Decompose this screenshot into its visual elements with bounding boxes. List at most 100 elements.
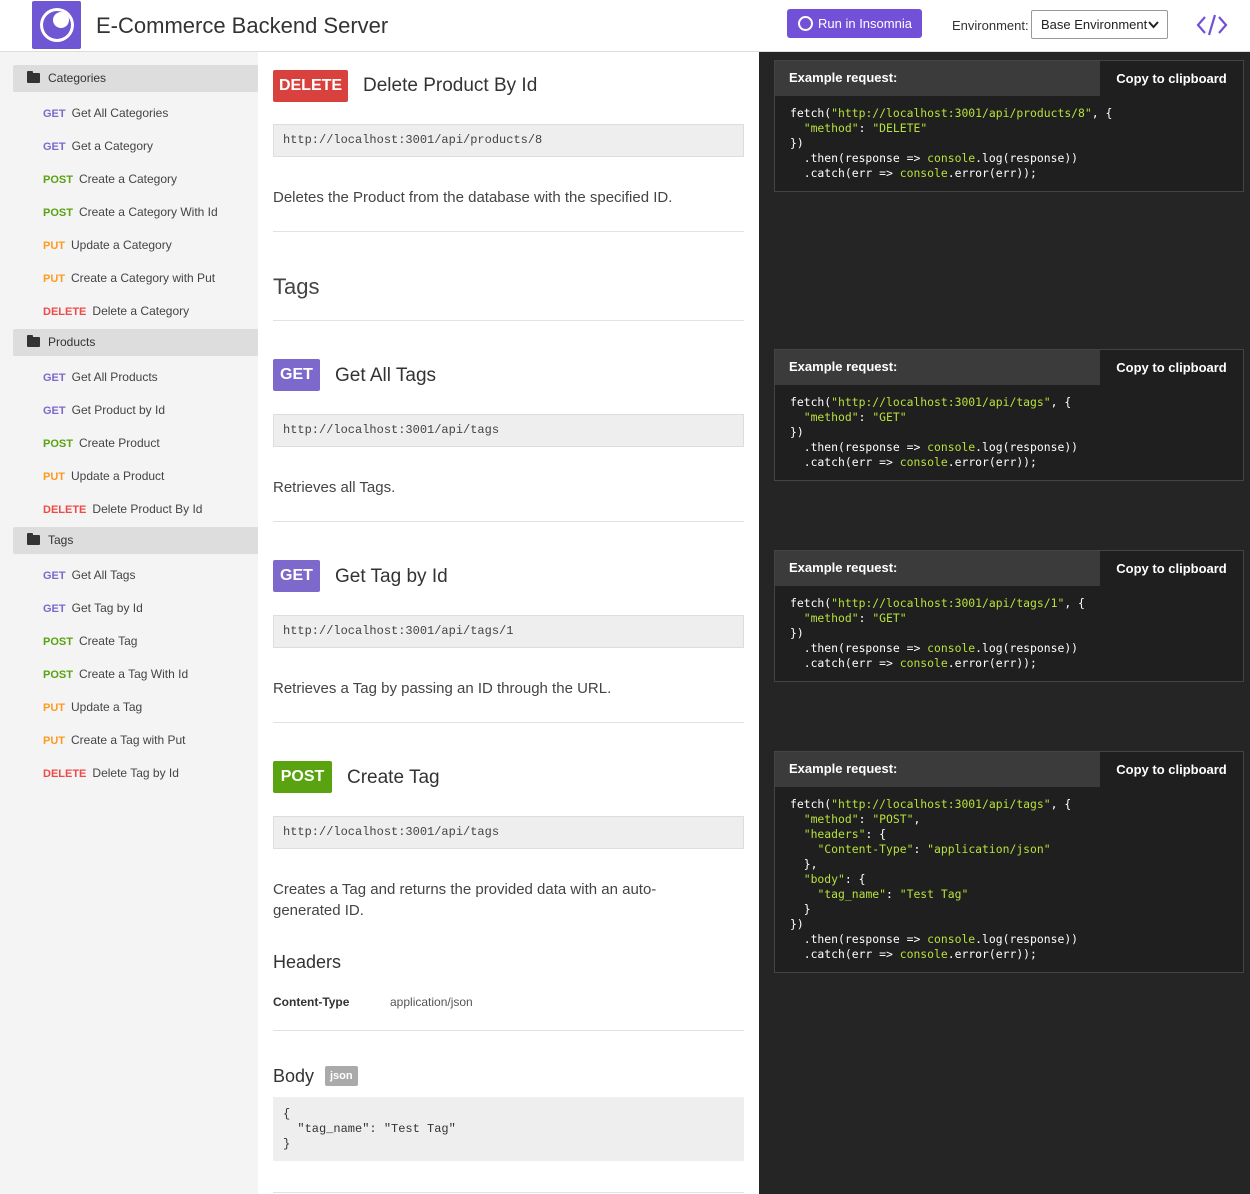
method-badge-get: GET bbox=[273, 560, 320, 592]
folder-open-icon bbox=[27, 533, 40, 545]
sidebar-item-get-tag-by-id[interactable]: GET Get Tag by Id bbox=[43, 600, 143, 616]
app-header: E-Commerce Backend Server Run in Insomni… bbox=[0, 0, 1250, 52]
method-label: POST bbox=[43, 174, 73, 186]
divider bbox=[273, 1030, 744, 1031]
example-label: Example request: bbox=[789, 560, 898, 575]
insomnia-icon bbox=[798, 16, 813, 31]
sidebar-item-create-a-category-with-id[interactable]: POST Create a Category With Id bbox=[43, 204, 218, 220]
sidebar-item-label: Update a Tag bbox=[71, 700, 143, 714]
request-body: { "tag_name": "Test Tag" } bbox=[273, 1097, 744, 1161]
sidebar-item-get-a-category[interactable]: GET Get a Category bbox=[43, 138, 153, 154]
method-label: GET bbox=[43, 372, 66, 384]
sidebar-item-update-a-product[interactable]: PUT Update a Product bbox=[43, 468, 164, 484]
sidebar-item-create-product[interactable]: POST Create Product bbox=[43, 435, 160, 451]
code-url: "http://localhost:3001/api/tags" bbox=[831, 395, 1051, 409]
endpoint-url[interactable]: http://localhost:3001/api/tags bbox=[273, 414, 744, 447]
sidebar-item-delete-a-category[interactable]: DELETE Delete a Category bbox=[43, 303, 189, 319]
example-request-card: Example request: Copy to clipboard fetch… bbox=[774, 60, 1244, 192]
sidebar-group-label: Products bbox=[48, 335, 96, 349]
sidebar-item-get-all-categories[interactable]: GET Get All Categories bbox=[43, 105, 168, 121]
sidebar-item-label: Create Product bbox=[78, 436, 160, 450]
sidebar-item-create-tag[interactable]: POST Create Tag bbox=[43, 633, 137, 649]
folder-open-icon bbox=[27, 335, 40, 347]
insomnia-logo bbox=[32, 1, 81, 49]
sidebar-item-update-a-category[interactable]: PUT Update a Category bbox=[43, 237, 172, 253]
sidebar-item-create-a-category-with-put[interactable]: PUT Create a Category with Put bbox=[43, 270, 215, 286]
sidebar-item-update-a-tag[interactable]: PUT Update a Tag bbox=[43, 699, 142, 715]
method-label: DELETE bbox=[43, 504, 87, 516]
sidebar-item-get-all-products[interactable]: GET Get All Products bbox=[43, 369, 158, 385]
chevron-down-icon bbox=[1148, 11, 1159, 49]
run-in-insomnia-button[interactable]: Run in Insomnia bbox=[787, 9, 922, 38]
sidebar-item-label: Create a Category With Id bbox=[78, 205, 218, 219]
example-panel: Example request: Copy to clipboard fetch… bbox=[759, 52, 1250, 1194]
endpoint-url[interactable]: http://localhost:3001/api/products/8 bbox=[273, 124, 744, 157]
sidebar-item-label: Get Tag by Id bbox=[71, 601, 143, 615]
endpoint-description: Retrieves all Tags. bbox=[273, 479, 396, 496]
header-value: application/json bbox=[390, 995, 473, 1009]
sidebar-item-label: Get All Products bbox=[71, 370, 158, 384]
endpoint-title: Create Tag bbox=[347, 767, 440, 788]
divider bbox=[273, 231, 744, 232]
sidebar-item-create-a-tag-with-put[interactable]: PUT Create a Tag with Put bbox=[43, 732, 186, 748]
method-label: PUT bbox=[43, 471, 65, 483]
sidebar-item-create-a-tag-with-id[interactable]: POST Create a Tag With Id bbox=[43, 666, 188, 682]
code-url: "http://localhost:3001/api/tags" bbox=[831, 797, 1051, 811]
body-format-tag: json bbox=[325, 1066, 358, 1086]
example-request-card: Example request: Copy to clipboard fetch… bbox=[774, 751, 1244, 973]
code-content-type: "application/json" bbox=[927, 842, 1051, 856]
method-label: GET bbox=[43, 405, 66, 417]
sidebar-group-categories[interactable]: Categories bbox=[13, 65, 258, 92]
code-method: "POST" bbox=[872, 812, 914, 826]
method-badge-post: POST bbox=[273, 761, 332, 793]
code-tag-name: "Test Tag" bbox=[899, 887, 969, 901]
example-code: fetch("http://localhost:3001/api/tags", … bbox=[790, 797, 1079, 961]
copy-to-clipboard-button[interactable]: Copy to clipboard bbox=[1100, 752, 1243, 787]
sidebar-item-label: Create a Category bbox=[78, 172, 178, 186]
method-label: DELETE bbox=[43, 768, 87, 780]
endpoint-url[interactable]: http://localhost:3001/api/tags/1 bbox=[273, 615, 744, 648]
method-label: PUT bbox=[43, 240, 65, 252]
sidebar-group-tags[interactable]: Tags bbox=[13, 527, 258, 554]
sidebar-group-products[interactable]: Products bbox=[13, 329, 258, 356]
method-label: GET bbox=[43, 570, 66, 582]
copy-to-clipboard-button[interactable]: Copy to clipboard bbox=[1100, 350, 1243, 385]
sidebar-item-get-all-tags[interactable]: GET Get All Tags bbox=[43, 567, 135, 583]
sidebar-item-get-product-by-id[interactable]: GET Get Product by Id bbox=[43, 402, 165, 418]
code-url: "http://localhost:3001/api/products/8" bbox=[831, 106, 1092, 120]
headers-title: Headers bbox=[273, 952, 342, 972]
sidebar-item-label: Create a Tag with Put bbox=[71, 733, 186, 747]
page-title: E-Commerce Backend Server bbox=[96, 13, 389, 38]
sidebar-item-label: Create a Category with Put bbox=[71, 271, 216, 285]
sidebar-item-create-a-category[interactable]: POST Create a Category bbox=[43, 171, 177, 187]
header-key: Content-Type bbox=[273, 995, 350, 1009]
environment-select[interactable]: Base Environment bbox=[1031, 10, 1168, 39]
sidebar-item-delete-product-by-id[interactable]: DELETE Delete Product By Id bbox=[43, 501, 202, 517]
divider bbox=[273, 320, 744, 321]
method-label: GET bbox=[43, 141, 66, 153]
code-toggle-icon[interactable] bbox=[1196, 12, 1228, 38]
endpoint-url[interactable]: http://localhost:3001/api/tags bbox=[273, 816, 744, 849]
sidebar-item-label: Delete a Category bbox=[92, 304, 190, 318]
copy-to-clipboard-button[interactable]: Copy to clipboard bbox=[1100, 551, 1243, 586]
sidebar-item-delete-tag-by-id[interactable]: DELETE Delete Tag by Id bbox=[43, 765, 179, 781]
endpoint-description: Deletes the Product from the database wi… bbox=[273, 189, 673, 206]
sidebar-item-label: Get All Categories bbox=[71, 106, 169, 120]
example-code: fetch("http://localhost:3001/api/product… bbox=[790, 106, 1113, 180]
divider bbox=[273, 1192, 744, 1193]
example-request-card: Example request: Copy to clipboard fetch… bbox=[774, 349, 1244, 481]
sidebar-group-label: Categories bbox=[48, 71, 107, 85]
environment-value: Base Environment bbox=[1041, 17, 1148, 32]
sidebar-item-label: Create Tag bbox=[78, 634, 138, 648]
endpoint-title: Get Tag by Id bbox=[335, 566, 448, 587]
main-content: DELETE Delete Product By Id http://local… bbox=[258, 52, 759, 1194]
method-badge-get: GET bbox=[273, 359, 320, 391]
method-label: POST bbox=[43, 438, 73, 450]
sidebar-item-label: Get All Tags bbox=[71, 568, 136, 582]
environment-label: Environment: bbox=[952, 18, 1029, 33]
example-code: fetch("http://localhost:3001/api/tags", … bbox=[790, 395, 1079, 469]
endpoint-description: Retrieves a Tag by passing an ID through… bbox=[273, 680, 612, 697]
sidebar-item-label: Delete Tag by Id bbox=[92, 766, 179, 780]
copy-to-clipboard-button[interactable]: Copy to clipboard bbox=[1100, 61, 1243, 96]
sidebar-group-label: Tags bbox=[48, 533, 74, 547]
